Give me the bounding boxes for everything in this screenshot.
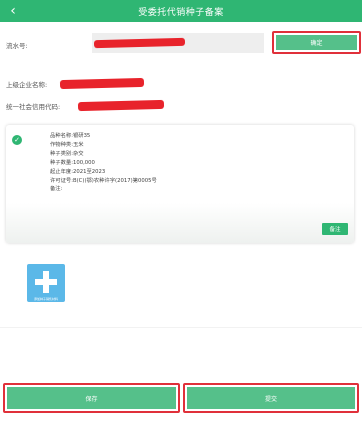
confirm-button-highlight[interactable]: 确定	[272, 31, 361, 54]
redaction-mark	[77, 99, 165, 112]
seed-category: 种子类别:杂交	[50, 150, 84, 157]
save-button-label: 保存	[85, 395, 98, 403]
back-arrow-icon[interactable]: ‹	[6, 3, 20, 19]
variety-name: 品种名称:银研35	[50, 133, 91, 139]
seed-record-card[interactable]: ✓ 品种名称:银研35 作物种类:玉米 种子类别:杂交 种子数量:100,000…	[6, 125, 354, 243]
add-material-button[interactable]: 添加种子销售材料	[27, 264, 65, 302]
upper-company-label: 上级企业名称:	[6, 81, 48, 89]
submit-button[interactable]: 提交	[187, 387, 355, 409]
app-header: ‹ 受委托代销种子备案	[0, 0, 362, 22]
year-range: 起止年度:2021至2023	[50, 168, 106, 175]
card-background-decoration	[6, 203, 354, 243]
page-title: 受委托代销种子备案	[138, 7, 224, 18]
upload-caption: 添加种子销售材料	[33, 297, 58, 301]
note-button[interactable]: 备注	[322, 223, 348, 235]
seed-quantity: 种子数量:100,000	[50, 159, 95, 166]
credit-code-label: 统一社会信用代码:	[6, 103, 61, 111]
confirm-button-label: 确定	[310, 40, 323, 47]
save-button[interactable]: 保存	[7, 387, 176, 409]
confirm-button[interactable]: 确定	[276, 35, 357, 50]
crop-type: 作物种类:玉米	[50, 141, 84, 148]
submit-button-label: 提交	[264, 395, 277, 403]
plus-icon-vertical	[43, 271, 49, 293]
license-number: 许可证号:B(C)(鄂)农种许字(2017)第0005号	[50, 177, 157, 184]
selected-check-icon[interactable]: ✓	[12, 135, 22, 145]
save-button-highlight[interactable]: 保存	[3, 383, 180, 413]
submit-button-highlight[interactable]: 提交	[183, 383, 359, 413]
record-details: 品种名称:银研35 作物种类:玉米 种子类别:杂交 种子数量:100,000 起…	[50, 132, 157, 194]
serial-number-label: 流水号:	[6, 42, 28, 50]
redaction-mark	[59, 77, 145, 90]
divider	[0, 327, 362, 328]
remark: 备注:	[50, 186, 63, 193]
